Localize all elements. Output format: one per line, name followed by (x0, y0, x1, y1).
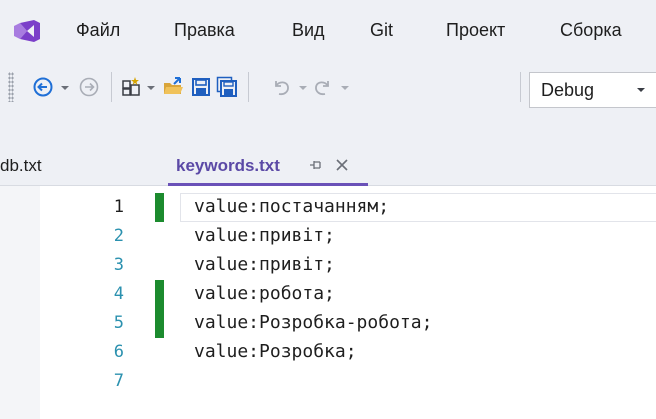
tab-label: keywords.txt (176, 156, 280, 175)
configuration-value: Debug (541, 80, 595, 100)
code-text[interactable]: value:привіт; (194, 254, 335, 275)
solution-configuration-dropdown[interactable]: Debug (529, 72, 656, 108)
new-project-dropdown-arrow-icon[interactable] (144, 76, 158, 98)
change-marker (155, 193, 164, 222)
back-dropdown-arrow-icon[interactable] (58, 76, 72, 98)
line-number: 7 (113, 371, 124, 391)
save-all-icon[interactable] (216, 76, 238, 98)
text-editor[interactable]: 1 value:постачанням; 2 value:привіт; 3 v… (0, 186, 656, 419)
toolbar-grip[interactable] (8, 72, 14, 102)
chevron-down-icon (637, 88, 645, 92)
undo-icon[interactable] (270, 76, 292, 98)
undo-dropdown-arrow-icon[interactable] (296, 76, 310, 98)
line-number: 6 (113, 342, 124, 362)
code-text[interactable]: value:Розробка; (194, 341, 357, 362)
pin-icon[interactable] (309, 158, 323, 172)
code-line[interactable]: 5 value:Розробка-робота; (0, 309, 656, 338)
code-text[interactable]: value:робота; (194, 283, 335, 304)
line-number: 1 (113, 197, 124, 217)
tab-keywords-txt[interactable]: keywords.txt (168, 144, 368, 186)
toolbar-separator (111, 72, 112, 102)
line-number: 4 (113, 284, 124, 304)
tab-db-txt[interactable]: db.txt (0, 144, 160, 186)
menu-bar: Файл Правка Вид Git Проект Сборка (0, 0, 656, 60)
code-line[interactable]: 7 (0, 367, 656, 396)
code-line[interactable]: 6 value:Розробка; (0, 338, 656, 367)
code-line[interactable]: 3 value:привіт; (0, 251, 656, 280)
redo-dropdown-arrow-icon[interactable] (338, 76, 352, 98)
visual-studio-logo-icon[interactable] (12, 20, 42, 42)
redo-icon[interactable] (312, 76, 334, 98)
line-number: 3 (113, 255, 124, 275)
new-project-icon[interactable] (120, 76, 142, 98)
back-icon[interactable] (32, 76, 54, 98)
code-line[interactable]: 4 value:робота; (0, 280, 656, 309)
menu-item-file[interactable]: Файл (76, 20, 120, 41)
document-tab-strip: db.txt keywords.txt (0, 144, 656, 186)
menu-item-project[interactable]: Проект (446, 20, 505, 41)
code-text[interactable]: value:Розробка-робота; (194, 312, 432, 333)
line-number: 2 (113, 226, 124, 246)
open-folder-icon[interactable] (162, 76, 184, 98)
save-icon[interactable] (190, 76, 212, 98)
code-line[interactable]: 1 value:постачанням; (0, 193, 656, 222)
code-text[interactable]: value:привіт; (194, 225, 335, 246)
code-line[interactable]: 2 value:привіт; (0, 222, 656, 251)
menu-item-git[interactable]: Git (370, 20, 393, 41)
forward-icon[interactable] (78, 76, 100, 98)
close-icon[interactable] (335, 158, 349, 172)
change-marker (155, 280, 164, 309)
menu-item-edit[interactable]: Правка (174, 20, 235, 41)
tab-label: db.txt (0, 156, 42, 175)
change-marker (155, 309, 164, 338)
toolbar-separator (248, 72, 249, 102)
code-text[interactable]: value:постачанням; (194, 196, 389, 217)
menu-item-build[interactable]: Сборка (560, 20, 622, 41)
menu-item-view[interactable]: Вид (292, 20, 325, 41)
toolbar-separator (520, 72, 521, 102)
line-number: 5 (113, 313, 124, 333)
